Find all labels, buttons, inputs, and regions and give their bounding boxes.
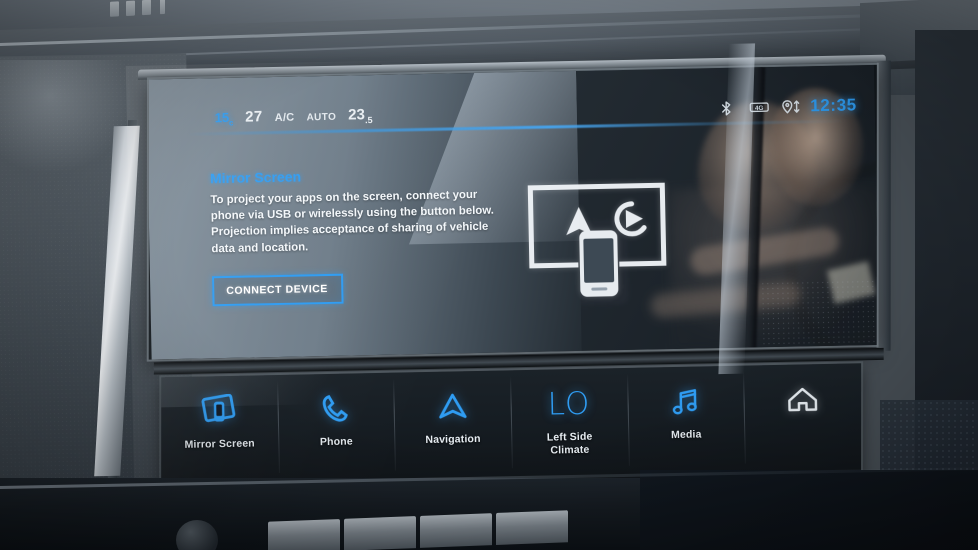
auto-label: AUTO	[306, 111, 337, 123]
climate-temperature-value: LO	[547, 385, 591, 423]
fan-speed-value: 27	[244, 107, 263, 126]
sidebar-item-label: Media	[670, 428, 702, 442]
navigation-arrow-icon	[433, 385, 472, 428]
smartphone-icon	[579, 230, 619, 297]
ac-label: A/C	[274, 111, 295, 124]
sidebar-item-label: Mirror Screen	[184, 437, 255, 451]
music-note-icon	[668, 380, 703, 423]
sidebar-item-mirror-screen[interactable]: Mirror Screen	[161, 375, 278, 453]
main-display[interactable]: 15c 27 A/C AUTO 23.5 4G 12:35 Mirror Scr…	[148, 64, 877, 360]
phone-handset-icon	[318, 387, 353, 430]
center-console-right	[640, 470, 978, 550]
bluetooth-icon[interactable]	[717, 99, 734, 116]
connect-device-button[interactable]: CONNECT DEVICE	[211, 273, 344, 307]
sidebar-item-label: Navigation	[425, 432, 481, 447]
page-description: To project your apps on the screen, conn…	[210, 188, 494, 255]
page-title: Mirror Screen	[209, 168, 302, 187]
home-button[interactable]	[743, 363, 861, 427]
location-icon[interactable]	[779, 98, 799, 115]
climate-status-group[interactable]: 15c 27 A/C AUTO 23.5	[149, 106, 373, 130]
play-circle-icon	[614, 201, 647, 237]
svg-text:4G: 4G	[754, 104, 763, 111]
air-vent-slats-icon	[108, 0, 188, 19]
sidebar-item-label: Left Side Climate	[546, 430, 593, 457]
clock: 12:35	[810, 95, 857, 116]
mirror-screen-panel: Mirror Screen To project your apps on th…	[209, 164, 513, 307]
sidebar-item-media[interactable]: Media	[627, 366, 745, 444]
sidebar-item-navigation[interactable]: Navigation	[393, 370, 511, 448]
infotainment-glass-panel: 15c 27 A/C AUTO 23.5 4G 12:35 Mirror Scr…	[125, 43, 925, 508]
set-temperature-value: 23.5	[348, 106, 373, 125]
outside-temperature: 15c	[214, 109, 234, 128]
infotainment-photo-scene: 15c 27 A/C AUTO 23.5 4G 12:35 Mirror Scr…	[0, 0, 978, 550]
home-icon	[784, 378, 821, 421]
screen-mirroring-illustration	[516, 167, 679, 310]
sidebar-item-left-side-climate[interactable]: LO Left Side Climate	[510, 368, 628, 459]
status-icons-group: 4G 12:35	[717, 95, 875, 118]
display-bezel-right	[876, 60, 891, 351]
network-4g-icon[interactable]: 4G	[748, 99, 769, 116]
set-temperature-integer: 23	[348, 105, 366, 124]
mirror-screen-icon	[200, 390, 239, 433]
sidebar-item-label: Phone	[319, 435, 353, 449]
sidebar-item-phone[interactable]: Phone	[277, 373, 395, 451]
set-temperature-decimal: .5	[364, 114, 373, 125]
